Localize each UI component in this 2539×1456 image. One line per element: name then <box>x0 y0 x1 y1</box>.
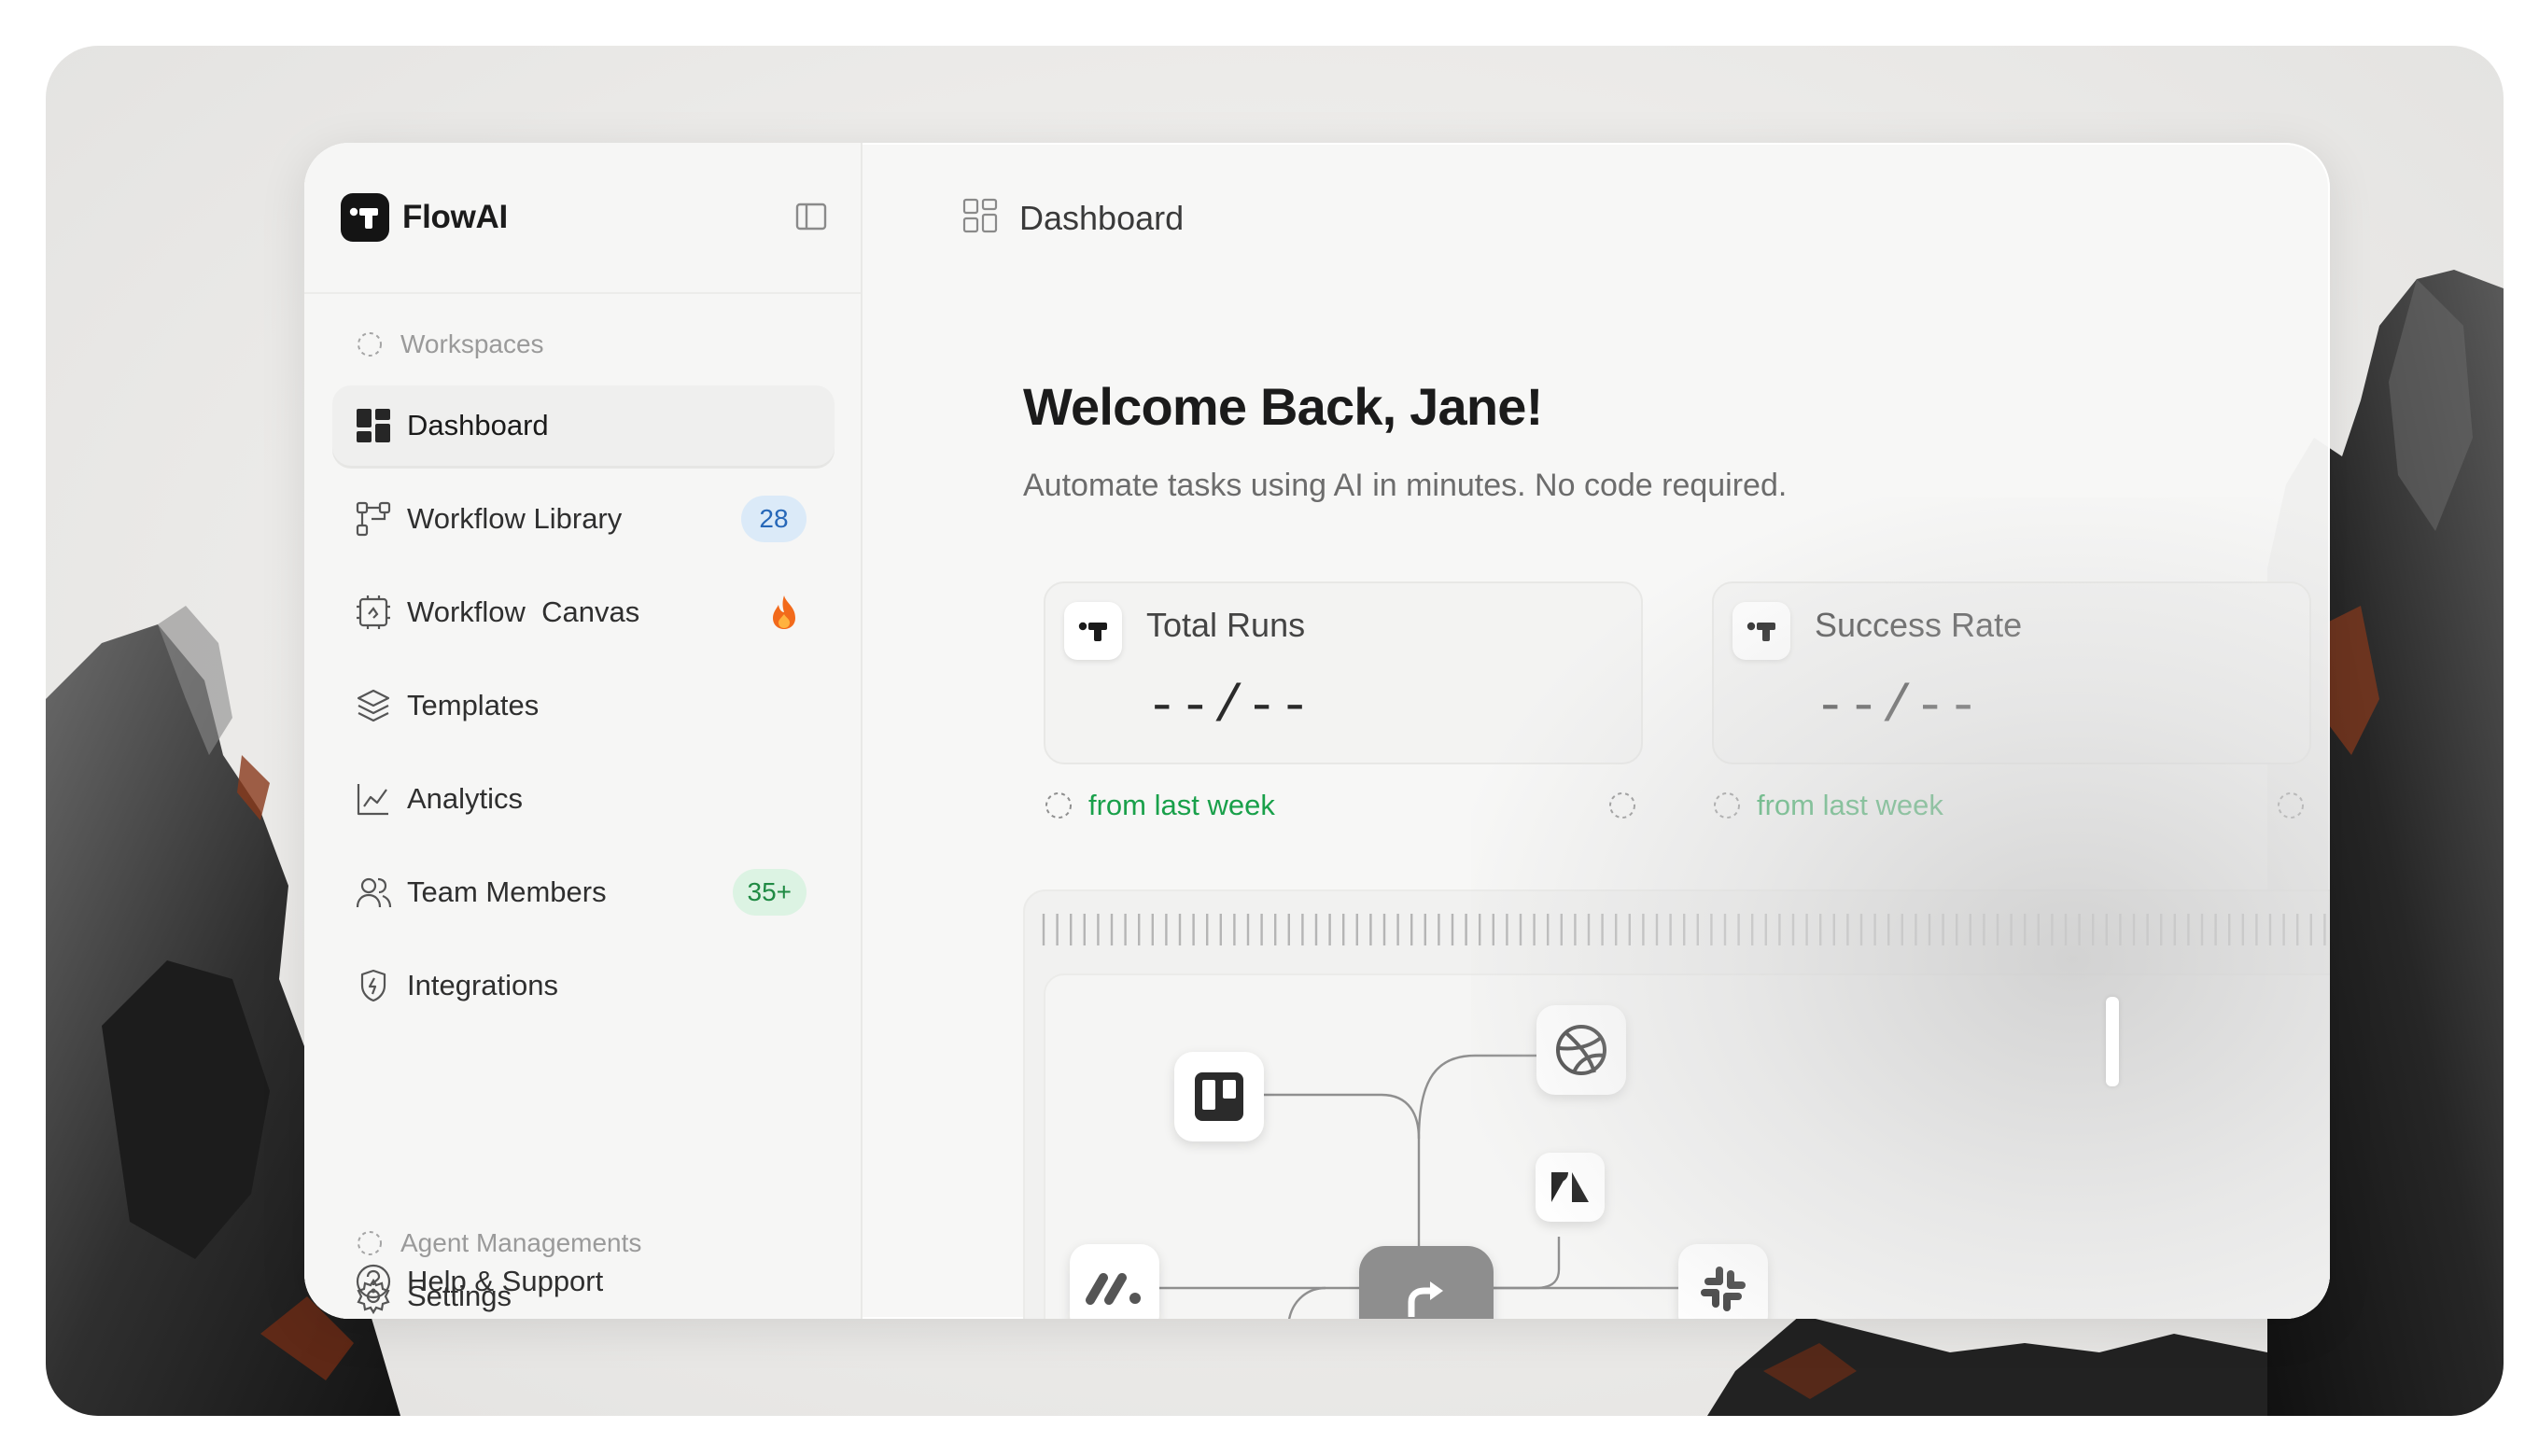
sidebar-item-label: Workflow Canvas <box>407 595 640 628</box>
stat-label: Total Runs <box>1146 606 1306 644</box>
sidebar-item-label: Integrations <box>407 969 558 1001</box>
layers-icon <box>355 687 392 724</box>
sidebar-item-label: Analytics <box>407 782 524 815</box>
app-window: FlowAI Workspaces Dashboard Workflow Lib… <box>304 143 2330 1319</box>
sidebar-item-workflow-library[interactable]: Workflow Library 28 <box>332 479 835 559</box>
sidebar: FlowAI Workspaces Dashboard Workflow Lib… <box>304 143 863 1319</box>
workflow-count-badge: 28 <box>741 496 807 542</box>
sidebar-item-templates[interactable]: Templates <box>332 665 835 746</box>
zendesk-icon <box>1551 1172 1589 1202</box>
canvas-ruler <box>1042 914 2326 945</box>
sidebar-item-help-support[interactable]: Help & Support <box>332 1253 835 1309</box>
flowai-logo-icon <box>1732 602 1790 660</box>
welcome-subtitle: Automate tasks using AI in minutes. No c… <box>1023 468 1788 503</box>
flowai-logo-icon <box>1064 602 1122 660</box>
flowai-logo-icon <box>341 193 389 242</box>
stat-value: --/-- <box>1815 677 1982 736</box>
zendesk-node[interactable] <box>1536 1153 1605 1222</box>
trello-node[interactable] <box>1174 1052 1264 1141</box>
stat-footer-success-rate: from last week <box>1712 785 2308 826</box>
dribbble-icon <box>1556 1025 1606 1075</box>
trello-icon <box>1195 1072 1243 1121</box>
flow-core-icon <box>1408 1281 1443 1317</box>
slack-icon <box>1701 1267 1746 1311</box>
flow-core-node[interactable] <box>1359 1246 1494 1319</box>
canvas-icon <box>355 594 392 631</box>
brand[interactable]: FlowAI <box>341 191 508 244</box>
dashed-circle-icon <box>358 332 382 357</box>
sidebar-item-dashboard[interactable]: Dashboard <box>332 385 835 466</box>
stat-footer-total-runs: from last week <box>1044 785 1639 826</box>
help-circle-icon <box>355 1263 392 1300</box>
page-header: Dashboard <box>961 197 1184 239</box>
dribbble-node[interactable] <box>1536 1005 1626 1095</box>
slack-node[interactable] <box>1678 1244 1768 1319</box>
dashboard-grid-icon <box>355 407 392 444</box>
sidebar-item-label: Team Members <box>407 875 607 908</box>
dashed-circle-icon <box>2278 792 2304 819</box>
stat-label: Success Rate <box>1815 606 2023 644</box>
page-title: Dashboard <box>1019 198 1185 237</box>
dashed-circle-icon <box>1045 792 1072 819</box>
workflow-canvas-preview[interactable] <box>1023 889 2330 1319</box>
fire-icon <box>767 594 801 631</box>
sidebar-item-label: Help & Support <box>407 1265 604 1297</box>
app-name: FlowAI <box>402 199 508 235</box>
monday-icon <box>1086 1273 1141 1305</box>
monday-node[interactable] <box>1070 1244 1159 1319</box>
sidebar-item-label: Workflow Library <box>407 502 623 535</box>
sidebar-divider <box>304 292 861 294</box>
sidebar-item-workflow-canvas[interactable]: Workflow Canvas <box>332 572 835 652</box>
dashed-circle-icon <box>1714 792 1740 819</box>
users-icon <box>355 874 392 911</box>
section-label-workspaces: Workspaces <box>356 329 544 359</box>
dashboard-outline-icon <box>961 197 999 239</box>
sidebar-item-integrations[interactable]: Integrations <box>332 945 835 1026</box>
stat-card-success-rate[interactable]: Success Rate --/-- <box>1712 581 2311 764</box>
workflow-tree-icon <box>355 500 392 538</box>
sidebar-item-analytics[interactable]: Analytics <box>332 759 835 839</box>
stat-value: --/-- <box>1146 677 1313 736</box>
canvas-area[interactable] <box>1044 973 2330 1319</box>
plug-shield-icon <box>355 967 392 1004</box>
sidebar-collapse-icon[interactable] <box>793 199 829 234</box>
trend-text: from last week <box>1757 789 1943 821</box>
stat-card-total-runs[interactable]: Total Runs --/-- <box>1044 581 1643 764</box>
canvas-drag-handle[interactable] <box>2106 997 2119 1086</box>
trend-text: from last week <box>1088 789 1275 821</box>
sidebar-item-label: Templates <box>407 689 540 721</box>
team-count-badge: 35+ <box>732 869 807 916</box>
dashed-circle-icon <box>1609 792 1635 819</box>
sidebar-item-team-members[interactable]: Team Members 35+ <box>332 852 835 932</box>
chart-line-icon <box>355 780 392 818</box>
sidebar-item-label: Dashboard <box>407 409 549 441</box>
welcome-heading: Welcome Back, Jane! <box>1023 377 1543 436</box>
